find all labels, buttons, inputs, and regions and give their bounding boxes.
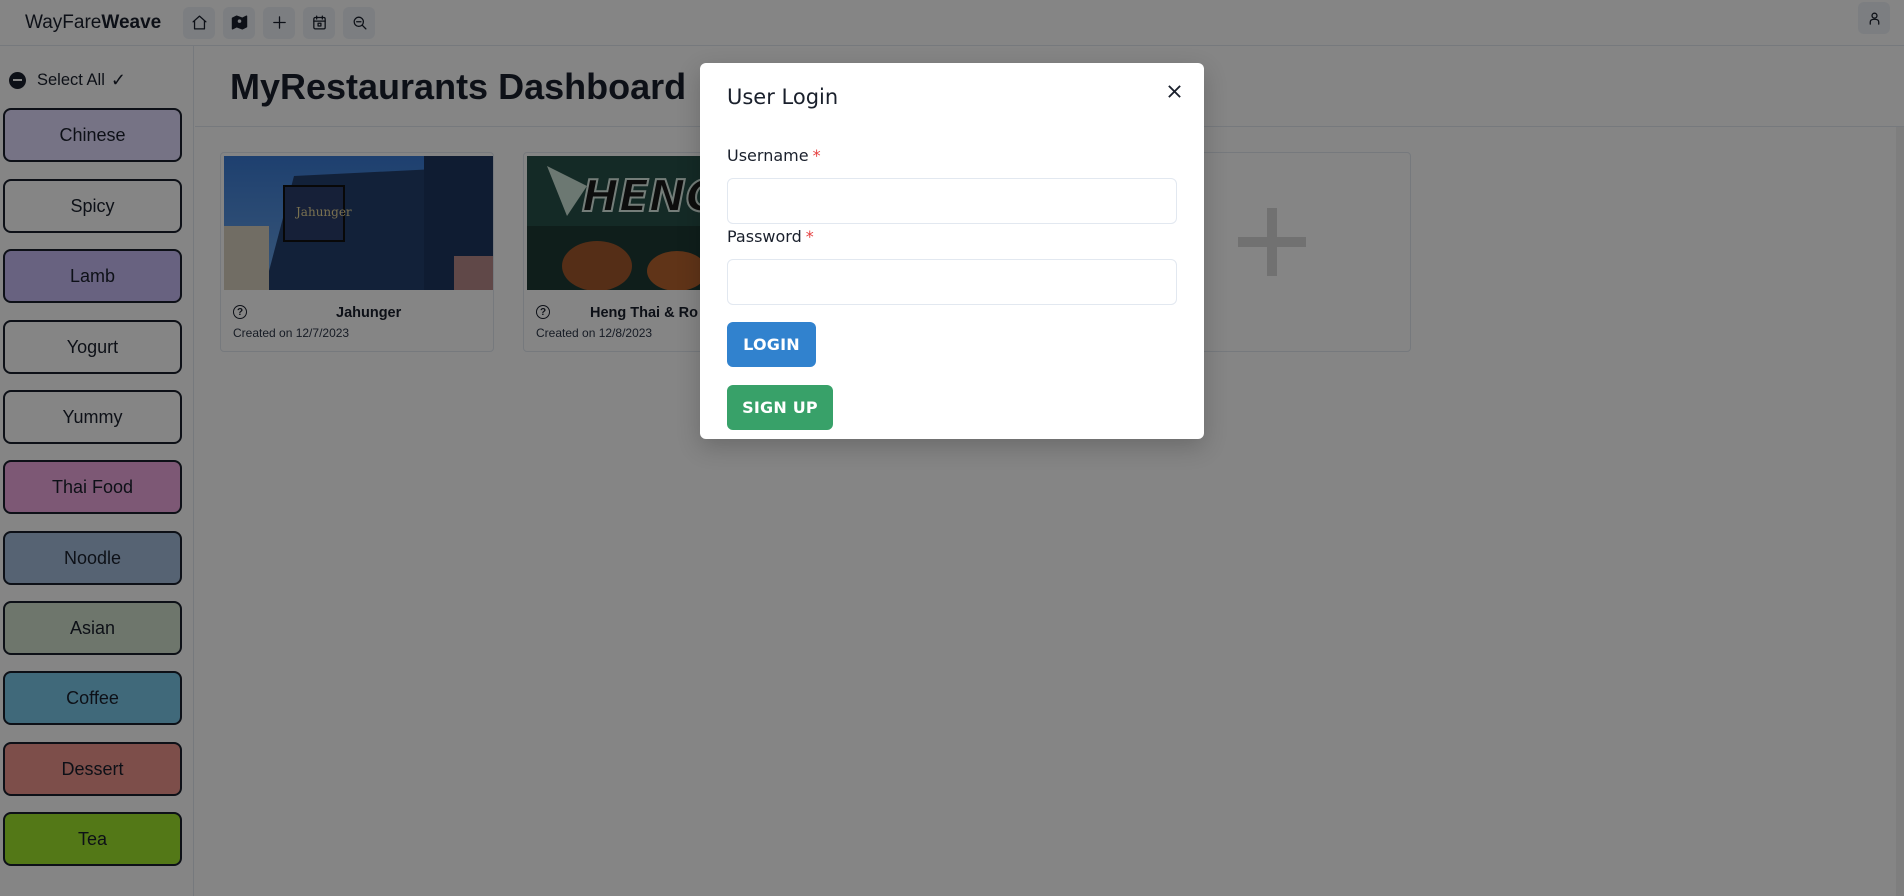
login-modal: User Login Username * Password * LOGIN SIG… (700, 63, 1204, 439)
username-label: Username * (727, 146, 821, 165)
close-icon (1167, 84, 1181, 98)
modal-title: User Login (727, 85, 839, 109)
password-input[interactable] (727, 259, 1177, 305)
close-button[interactable] (1162, 79, 1186, 103)
required-mark: * (812, 146, 821, 165)
username-label-text: Username (727, 146, 809, 165)
password-label: Password * (727, 227, 814, 246)
required-mark: * (805, 227, 814, 246)
password-label-text: Password (727, 227, 802, 246)
login-button[interactable]: LOGIN (727, 322, 816, 367)
signup-button[interactable]: SIGN UP (727, 385, 833, 430)
username-input[interactable] (727, 178, 1177, 224)
